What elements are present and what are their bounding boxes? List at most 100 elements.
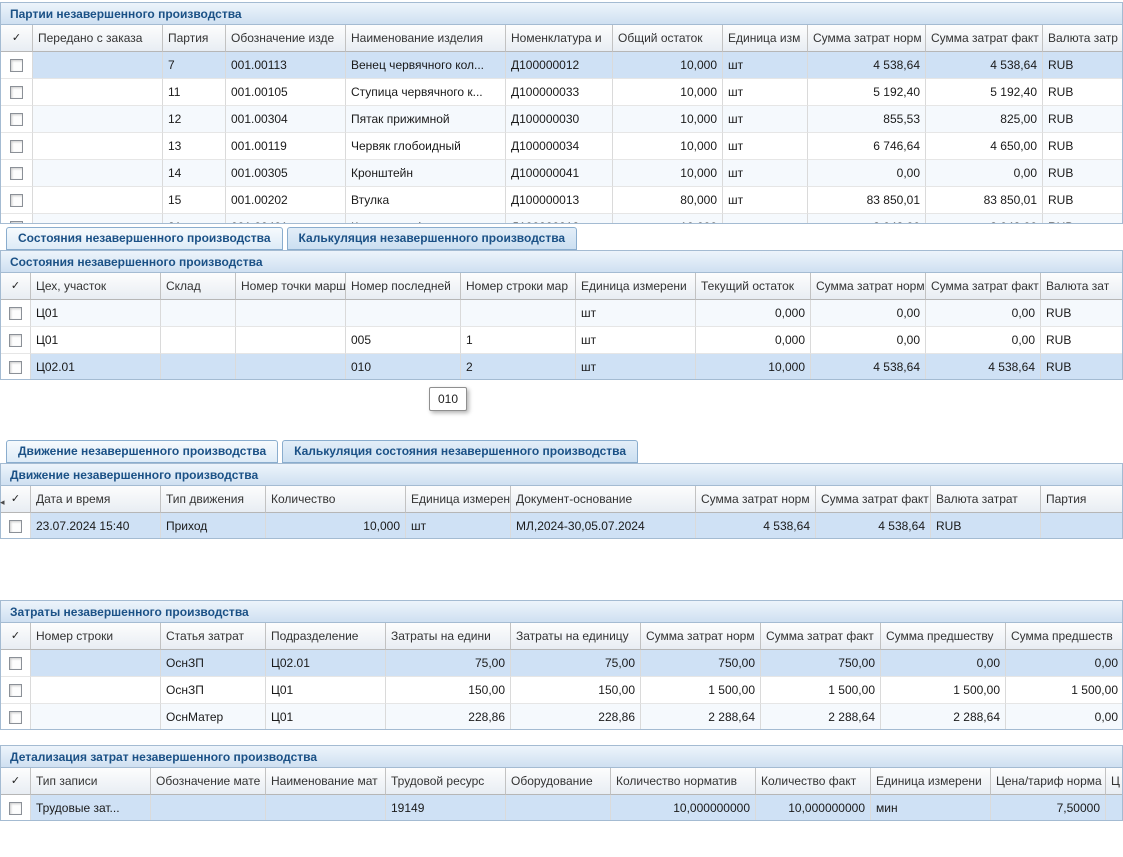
- grid-cell[interactable]: шт: [723, 214, 808, 224]
- grid-cell[interactable]: ОснЗП: [161, 677, 266, 704]
- grid-cell[interactable]: 0,000: [696, 300, 811, 327]
- grid-row[interactable]: 11001.00105Ступица червячного к...Д10000…: [1, 79, 1122, 106]
- grid-cell[interactable]: 3 048,00: [926, 214, 1043, 224]
- grid-cell[interactable]: RUB: [1043, 187, 1123, 214]
- grid-cell[interactable]: 12: [163, 106, 226, 133]
- grid-cell[interactable]: 11: [163, 79, 226, 106]
- grid-cell[interactable]: Червяк глобоидный: [346, 133, 506, 160]
- grid-cell[interactable]: [33, 214, 163, 224]
- row-checkbox[interactable]: [9, 307, 22, 320]
- grid-row[interactable]: ОснЗПЦ01150,00150,001 500,001 500,001 50…: [1, 677, 1122, 704]
- grid-row[interactable]: Ц010051шт0,0000,000,00RUB: [1, 327, 1122, 354]
- grid-cell[interactable]: 001.00202: [226, 187, 346, 214]
- grid-cell[interactable]: [266, 795, 386, 821]
- grid-cell[interactable]: [236, 354, 346, 380]
- grid-cell[interactable]: 825,00: [926, 106, 1043, 133]
- grid-cell[interactable]: Трудовые зат...: [31, 795, 151, 821]
- grid-cell[interactable]: 001.00304: [226, 106, 346, 133]
- column-header[interactable]: Дата и время: [31, 486, 161, 513]
- grid-cell[interactable]: шт: [723, 106, 808, 133]
- row-checkbox[interactable]: [9, 711, 22, 724]
- grid-cell[interactable]: [33, 79, 163, 106]
- grid-cell[interactable]: 6 746,64: [808, 133, 926, 160]
- grid-cell[interactable]: 23.07.2024 15:40: [31, 513, 161, 539]
- grid-cell[interactable]: 010: [346, 354, 461, 380]
- grid-cell[interactable]: 001.00105: [226, 79, 346, 106]
- grid-cell[interactable]: 4 538,64: [811, 354, 926, 380]
- tab[interactable]: Движение незавершенного производства: [6, 440, 278, 463]
- column-header[interactable]: Сумма предшеству: [881, 623, 1006, 650]
- grid-cell[interactable]: [461, 300, 576, 327]
- grid-cell[interactable]: 150,00: [386, 677, 511, 704]
- grid-cell[interactable]: 0,00: [926, 300, 1041, 327]
- tab[interactable]: Состояния незавершенного производства: [6, 227, 283, 250]
- grid-cell[interactable]: [161, 327, 236, 354]
- grid-cell[interactable]: ОснЗП: [161, 650, 266, 677]
- grid-cell[interactable]: мин: [871, 795, 991, 821]
- grid-cell[interactable]: 4 538,64: [926, 354, 1041, 380]
- grid-cell[interactable]: шт: [576, 354, 696, 380]
- grid-cell[interactable]: Приход: [161, 513, 266, 539]
- row-checkbox[interactable]: [10, 167, 23, 180]
- column-header[interactable]: Единица измерени: [576, 273, 696, 300]
- column-header[interactable]: Сумма затрат факт: [761, 623, 881, 650]
- grid-cell[interactable]: 001.00113: [226, 52, 346, 79]
- grid-cell[interactable]: Ц02.01: [31, 354, 161, 380]
- grid-cell[interactable]: 0,00: [811, 327, 926, 354]
- grid-cell[interactable]: 83 850,01: [808, 187, 926, 214]
- column-header[interactable]: Количество норматив: [611, 768, 756, 795]
- select-all-header[interactable]: ✓: [1, 623, 31, 650]
- grid-row[interactable]: 23.07.2024 15:40Приход10,000штМЛ,2024-30…: [1, 513, 1122, 539]
- grid-cell[interactable]: Ц01: [266, 704, 386, 730]
- grid-cell[interactable]: шт: [723, 52, 808, 79]
- column-header[interactable]: Количество: [266, 486, 406, 513]
- row-checkbox[interactable]: [10, 113, 23, 126]
- splitter-collapse-icon[interactable]: ◂: [0, 492, 9, 512]
- grid-row[interactable]: ОснЗПЦ02.0175,0075,00750,00750,000,000,0…: [1, 650, 1122, 677]
- column-header[interactable]: Текущий остаток: [696, 273, 811, 300]
- grid-cell[interactable]: 0,00: [881, 650, 1006, 677]
- grid-cell[interactable]: МЛ,2024-30,05.07.2024: [511, 513, 696, 539]
- grid-cell[interactable]: 1 500,00: [641, 677, 761, 704]
- grid-cell[interactable]: 13: [163, 133, 226, 160]
- grid-cell[interactable]: 750,00: [761, 650, 881, 677]
- grid-cell[interactable]: 001.00305: [226, 160, 346, 187]
- row-checkbox[interactable]: [9, 334, 22, 347]
- grid-cell[interactable]: 001.00401: [226, 214, 346, 224]
- grid-cell[interactable]: [33, 187, 163, 214]
- grid-cell[interactable]: RUB: [1043, 214, 1123, 224]
- grid-cell[interactable]: 10,000: [613, 214, 723, 224]
- select-all-header[interactable]: ✓: [1, 273, 31, 300]
- column-header[interactable]: Цена/тариф норма: [991, 768, 1106, 795]
- column-header[interactable]: Тип движения: [161, 486, 266, 513]
- grid-cell[interactable]: [151, 795, 266, 821]
- column-header[interactable]: Обозначение изде: [226, 25, 346, 52]
- grid-cell[interactable]: 1 500,00: [761, 677, 881, 704]
- column-header[interactable]: Единица измерени: [871, 768, 991, 795]
- column-header[interactable]: Сумма затрат норм: [811, 273, 926, 300]
- column-header[interactable]: Цех, участок: [31, 273, 161, 300]
- grid-cell[interactable]: [1106, 795, 1123, 821]
- grid-cell[interactable]: 5 192,40: [926, 79, 1043, 106]
- row-checkbox[interactable]: [9, 802, 22, 815]
- grid-cell[interactable]: шт: [723, 160, 808, 187]
- select-all-header[interactable]: ✓: [1, 768, 31, 795]
- column-header[interactable]: Склад: [161, 273, 236, 300]
- grid-cell[interactable]: 005: [346, 327, 461, 354]
- grid-cell[interactable]: Д100000034: [506, 133, 613, 160]
- column-header[interactable]: Ц: [1106, 768, 1123, 795]
- column-header[interactable]: Сумма затрат норм: [641, 623, 761, 650]
- grid-cell[interactable]: 1 500,00: [881, 677, 1006, 704]
- column-header[interactable]: Подразделение: [266, 623, 386, 650]
- row-checkbox[interactable]: [10, 59, 23, 72]
- grid-cell[interactable]: Венец червячного кол...: [346, 52, 506, 79]
- column-header[interactable]: Сумма затрат норм: [808, 25, 926, 52]
- grid-cell[interactable]: 10,000: [613, 106, 723, 133]
- select-all-header[interactable]: ✓: [1, 25, 33, 52]
- grid-cell[interactable]: [236, 300, 346, 327]
- grid-cell[interactable]: 750,00: [641, 650, 761, 677]
- grid-cell[interactable]: Крепление фланцево...: [346, 214, 506, 224]
- column-header[interactable]: Количество факт: [756, 768, 871, 795]
- grid-cell[interactable]: RUB: [1043, 106, 1123, 133]
- grid-cell[interactable]: [506, 795, 611, 821]
